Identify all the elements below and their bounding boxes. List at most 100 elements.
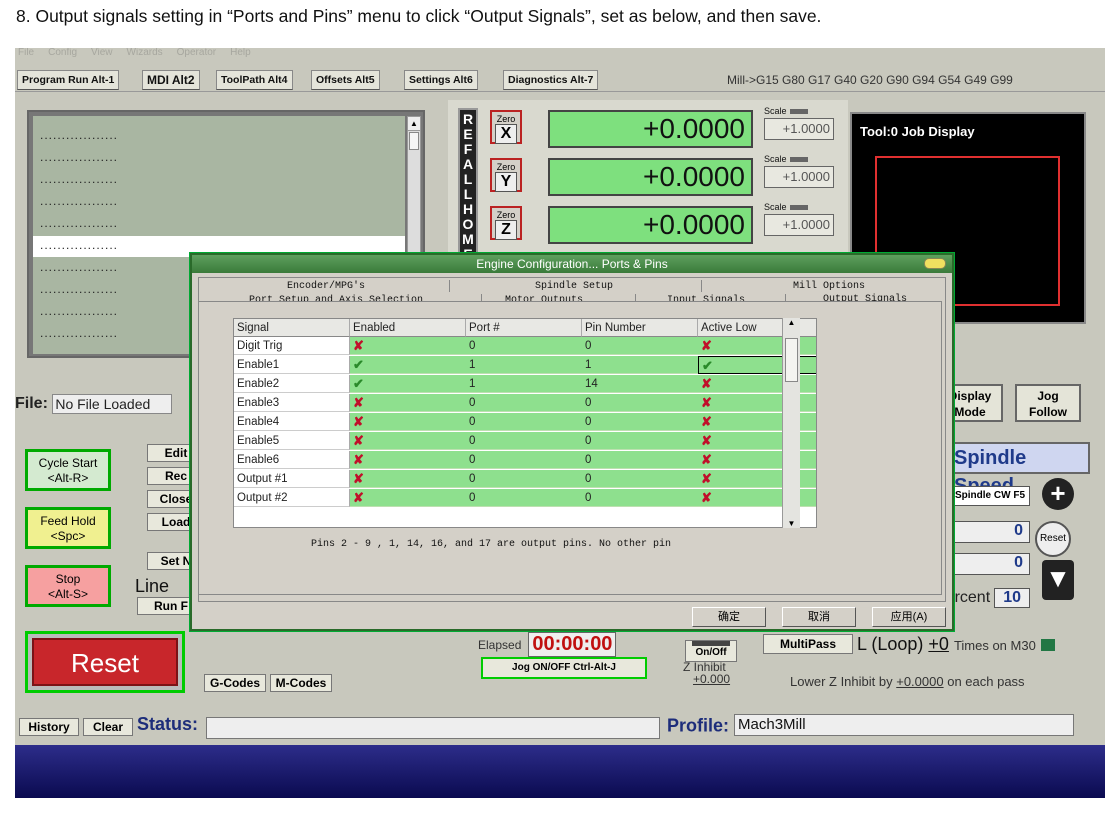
tab-encoder-mpg[interactable]: Encoder/MPG's [287, 281, 365, 292]
enabled-cell[interactable]: ✘ [350, 394, 466, 412]
jog-follow-button[interactable]: Jog Follow [1015, 384, 1081, 422]
pin-cell[interactable]: 0 [582, 394, 698, 412]
scale-y-value[interactable]: +1.0000 [764, 166, 834, 188]
enabled-cell[interactable]: ✔ [350, 375, 466, 393]
signal-name[interactable]: Output #1 [234, 470, 350, 488]
enabled-cell[interactable]: ✘ [350, 451, 466, 469]
tab-offsets[interactable]: Offsets Alt5 [311, 70, 380, 90]
m-codes-button[interactable]: M-Codes [270, 674, 332, 692]
signal-name[interactable]: Enable4 [234, 413, 350, 431]
tab-mill-options[interactable]: Mill Options [793, 281, 865, 292]
g-codes-button[interactable]: G-Codes [204, 674, 266, 692]
scale-x-value[interactable]: +1.0000 [764, 118, 834, 140]
tab-program-run[interactable]: Program Run Alt-1 [17, 70, 120, 90]
dro-x-value[interactable]: +0.0000 [548, 110, 753, 148]
stop-button[interactable]: Stop <Alt-S> [25, 565, 111, 607]
spindle-reset-button[interactable]: Reset [1035, 521, 1071, 557]
clear-button[interactable]: Clear [83, 718, 133, 736]
apply-button[interactable]: 应用(A) [872, 607, 946, 627]
enabled-cell[interactable]: ✘ [350, 413, 466, 431]
menu-config[interactable]: Config [48, 48, 77, 58]
history-button[interactable]: History [19, 718, 79, 736]
zero-y-button[interactable]: Zero Y [490, 158, 522, 192]
table-scrollbar[interactable]: ▲ ▼ [782, 318, 800, 528]
tab-diagnostics[interactable]: Diagnostics Alt-7 [503, 70, 599, 90]
spindle-cw-button[interactable]: Spindle CW F5 [950, 486, 1030, 506]
port-cell[interactable]: 0 [466, 451, 582, 469]
signal-row[interactable]: Enable3 ✘ 0 0 ✘ [234, 394, 816, 412]
cycle-start-button[interactable]: Cycle Start <Alt-R> [25, 449, 111, 491]
signal-row[interactable]: Enable6 ✘ 0 0 ✘ [234, 451, 816, 469]
tab-settings[interactable]: Settings Alt6 [404, 70, 478, 90]
port-cell[interactable]: 0 [466, 394, 582, 412]
signal-row[interactable]: Enable2 ✔ 1 14 ✘ [234, 375, 816, 393]
spindle-rpm-field[interactable]: 0 [950, 521, 1030, 543]
enabled-cell[interactable]: ✘ [350, 470, 466, 488]
feed-hold-button[interactable]: Feed Hold <Spc> [25, 507, 111, 549]
menu-operator[interactable]: Operator [177, 48, 216, 58]
menu-view[interactable]: View [91, 48, 113, 58]
reset-button[interactable]: Reset [25, 631, 185, 693]
signal-name[interactable]: Output #2 [234, 489, 350, 507]
pin-cell[interactable]: 0 [582, 432, 698, 450]
multipass-button[interactable]: MultiPass [763, 634, 853, 654]
port-cell[interactable]: 0 [466, 470, 582, 488]
z-inhibit-onoff-button[interactable]: On/Off [685, 640, 737, 662]
z-inhibit-value[interactable]: +0.000 [683, 673, 730, 685]
scroll-thumb[interactable] [409, 132, 419, 150]
signal-name[interactable]: Enable2 [234, 375, 350, 393]
signal-row[interactable]: Output #1 ✘ 0 0 ✘ [234, 470, 816, 488]
port-cell[interactable]: 0 [466, 337, 582, 355]
dro-y-value[interactable]: +0.0000 [548, 158, 753, 196]
pin-cell[interactable]: 14 [582, 375, 698, 393]
loop-value[interactable]: +0 [928, 634, 949, 654]
cancel-button[interactable]: 取消 [782, 607, 856, 627]
tab-toolpath[interactable]: ToolPath Alt4 [216, 70, 293, 90]
menu-file[interactable]: File [18, 48, 34, 58]
enabled-cell[interactable]: ✔ [350, 356, 466, 374]
zero-z-button[interactable]: Zero Z [490, 206, 522, 240]
scroll-up-icon[interactable]: ▲ [408, 117, 420, 131]
spindle-down-icon[interactable]: ▼ [1042, 560, 1074, 600]
signal-row[interactable]: Enable5 ✘ 0 0 ✘ [234, 432, 816, 450]
enabled-cell[interactable]: ✘ [350, 489, 466, 507]
pin-cell[interactable]: 0 [582, 413, 698, 431]
lower-z-value[interactable]: +0.0000 [896, 674, 943, 689]
close-icon[interactable] [924, 258, 946, 269]
menu-help[interactable]: Help [230, 48, 251, 58]
tab-spindle-setup[interactable]: Spindle Setup [535, 281, 613, 292]
port-cell[interactable]: 1 [466, 356, 582, 374]
enabled-cell[interactable]: ✘ [350, 337, 466, 355]
signal-name[interactable]: Enable5 [234, 432, 350, 450]
percent-field[interactable]: 10 [994, 588, 1031, 608]
pin-cell[interactable]: 0 [582, 470, 698, 488]
port-cell[interactable]: 0 [466, 489, 582, 507]
pin-cell[interactable]: 0 [582, 337, 698, 355]
signal-name[interactable]: Enable3 [234, 394, 350, 412]
spindle-sov-field[interactable]: 0 [950, 553, 1030, 575]
jog-onoff-button[interactable]: Jog ON/OFF Ctrl-Alt-J [481, 657, 647, 679]
pin-cell[interactable]: 0 [582, 489, 698, 507]
ok-button[interactable]: 确定 [692, 607, 766, 627]
signal-name[interactable]: Digit Trig [234, 337, 350, 355]
output-signals-table[interactable]: Signal Enabled Port # Pin Number Active … [233, 318, 817, 528]
pin-cell[interactable]: 1 [582, 356, 698, 374]
menu-wizards[interactable]: Wizards [127, 48, 163, 58]
signal-row[interactable]: Enable1 ✔ 1 1 ✔ [234, 356, 816, 374]
zero-x-button[interactable]: Zero X [490, 110, 522, 144]
enabled-cell[interactable]: ✘ [350, 432, 466, 450]
tab-mdi[interactable]: MDI Alt2 [142, 70, 200, 90]
dro-z-value[interactable]: +0.0000 [548, 206, 753, 244]
port-cell[interactable]: 1 [466, 375, 582, 393]
signal-row[interactable]: Enable4 ✘ 0 0 ✘ [234, 413, 816, 431]
port-cell[interactable]: 0 [466, 432, 582, 450]
signal-name[interactable]: Enable1 [234, 356, 350, 374]
pin-cell[interactable]: 0 [582, 451, 698, 469]
signal-name[interactable]: Enable6 [234, 451, 350, 469]
scale-z-value[interactable]: +1.0000 [764, 214, 834, 236]
spindle-up-icon[interactable]: + [1042, 478, 1074, 510]
scroll-thumb[interactable] [785, 338, 798, 382]
signal-row[interactable]: Digit Trig ✘ 0 0 ✘ [234, 337, 816, 355]
port-cell[interactable]: 0 [466, 413, 582, 431]
signal-row[interactable]: Output #2 ✘ 0 0 ✘ [234, 489, 816, 507]
